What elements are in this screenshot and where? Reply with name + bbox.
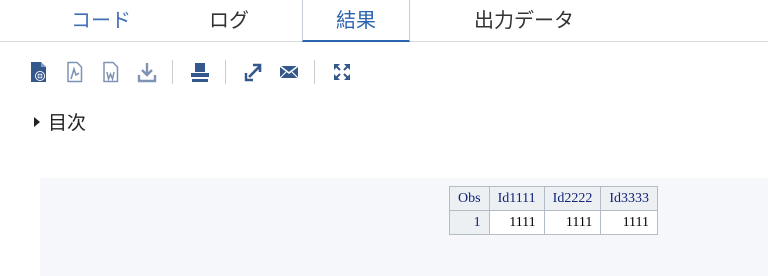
toc-label: 目次 — [48, 112, 87, 134]
table-header-row: Obs Id1111 Id2222 Id3333 — [449, 186, 659, 211]
toc-toggle[interactable]: 目次 — [34, 108, 86, 135]
cell-id2222: 1111 — [543, 210, 602, 235]
toolbar-separator — [225, 60, 226, 84]
column-header-id3333: Id3333 — [600, 186, 659, 211]
tab-results[interactable]: 結果 — [302, 0, 410, 42]
results-toolbar — [28, 58, 367, 86]
column-header-id1111: Id1111 — [488, 186, 545, 211]
print-icon[interactable] — [189, 60, 211, 84]
column-header-obs: Obs — [449, 186, 490, 211]
word-icon[interactable] — [100, 60, 122, 84]
download-icon[interactable] — [136, 60, 158, 84]
table-row: 1 1111 1111 1111 — [449, 210, 659, 235]
html-report-icon[interactable] — [28, 60, 50, 84]
results-table: Obs Id1111 Id2222 Id3333 1 1111 1111 111… — [449, 186, 659, 235]
tab-bar: コード ログ 結果 出力データ — [0, 0, 768, 42]
toolbar-separator — [172, 60, 173, 84]
pdf-icon[interactable] — [64, 60, 86, 84]
cell-id3333: 1111 — [600, 210, 659, 235]
tab-output-data[interactable]: 出力データ — [436, 0, 612, 42]
results-panel: Obs Id1111 Id2222 Id3333 1 1111 1111 111… — [40, 178, 768, 276]
expand-arrow-icon — [34, 116, 40, 127]
toolbar-separator — [314, 60, 315, 84]
tab-log[interactable]: ログ — [186, 0, 272, 42]
email-icon[interactable] — [278, 60, 300, 84]
cell-obs: 1 — [449, 210, 490, 235]
cell-id1111: 1111 — [488, 210, 545, 235]
column-header-id2222: Id2222 — [543, 186, 602, 211]
open-new-window-icon[interactable] — [242, 60, 264, 84]
maximize-icon[interactable] — [331, 60, 353, 84]
tab-code[interactable]: コード — [56, 0, 146, 42]
